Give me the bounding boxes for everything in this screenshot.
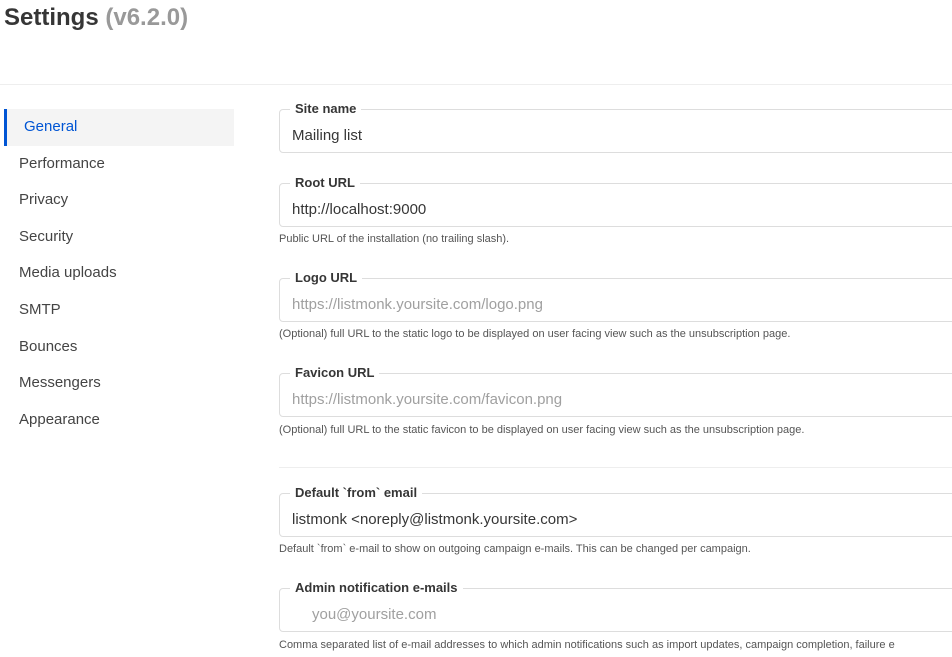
sidebar-item-privacy[interactable]: Privacy [4, 182, 234, 219]
logo-url-help: (Optional) full URL to the static logo t… [279, 328, 791, 340]
root-url-field: Root URL [279, 175, 952, 227]
sidebar-item-general[interactable]: General [4, 109, 234, 146]
page-title: Settings (v6.2.0) [4, 4, 188, 32]
favicon-url-help: (Optional) full URL to the static favico… [279, 424, 805, 436]
favicon-url-field: Favicon URL [279, 365, 952, 417]
from-email-help: Default `from` e-mail to show on outgoin… [279, 543, 751, 555]
site-name-field: Site name [279, 101, 952, 153]
root-url-input[interactable] [280, 184, 952, 226]
from-email-field: Default `from` email [279, 485, 952, 537]
sidebar-item-performance[interactable]: Performance [4, 146, 234, 183]
sidebar-item-appearance[interactable]: Appearance [4, 402, 234, 439]
admin-emails-help: Comma separated list of e-mail addresses… [279, 639, 895, 651]
logo-url-field: Logo URL [279, 270, 952, 322]
settings-sidebar: General Performance Privacy Security Med… [4, 109, 234, 438]
root-url-help: Public URL of the installation (no trail… [279, 233, 510, 245]
section-divider [279, 467, 952, 468]
page-title-text: Settings [4, 4, 99, 31]
logo-url-input[interactable] [280, 279, 952, 321]
admin-emails-field: Admin notification e-mails [279, 580, 952, 632]
site-name-input[interactable] [280, 110, 952, 152]
from-email-input[interactable] [280, 494, 952, 536]
sidebar-item-security[interactable]: Security [4, 219, 234, 256]
admin-emails-input[interactable] [280, 589, 952, 631]
sidebar-item-smtp[interactable]: SMTP [4, 292, 234, 329]
sidebar-item-messengers[interactable]: Messengers [4, 365, 234, 402]
general-settings-panel: Site name Root URL Public URL of the ins… [279, 0, 952, 657]
favicon-url-input[interactable] [280, 374, 952, 416]
version-label: (v6.2.0) [105, 4, 189, 31]
sidebar-item-media-uploads[interactable]: Media uploads [4, 255, 234, 292]
sidebar-item-bounces[interactable]: Bounces [4, 329, 234, 366]
